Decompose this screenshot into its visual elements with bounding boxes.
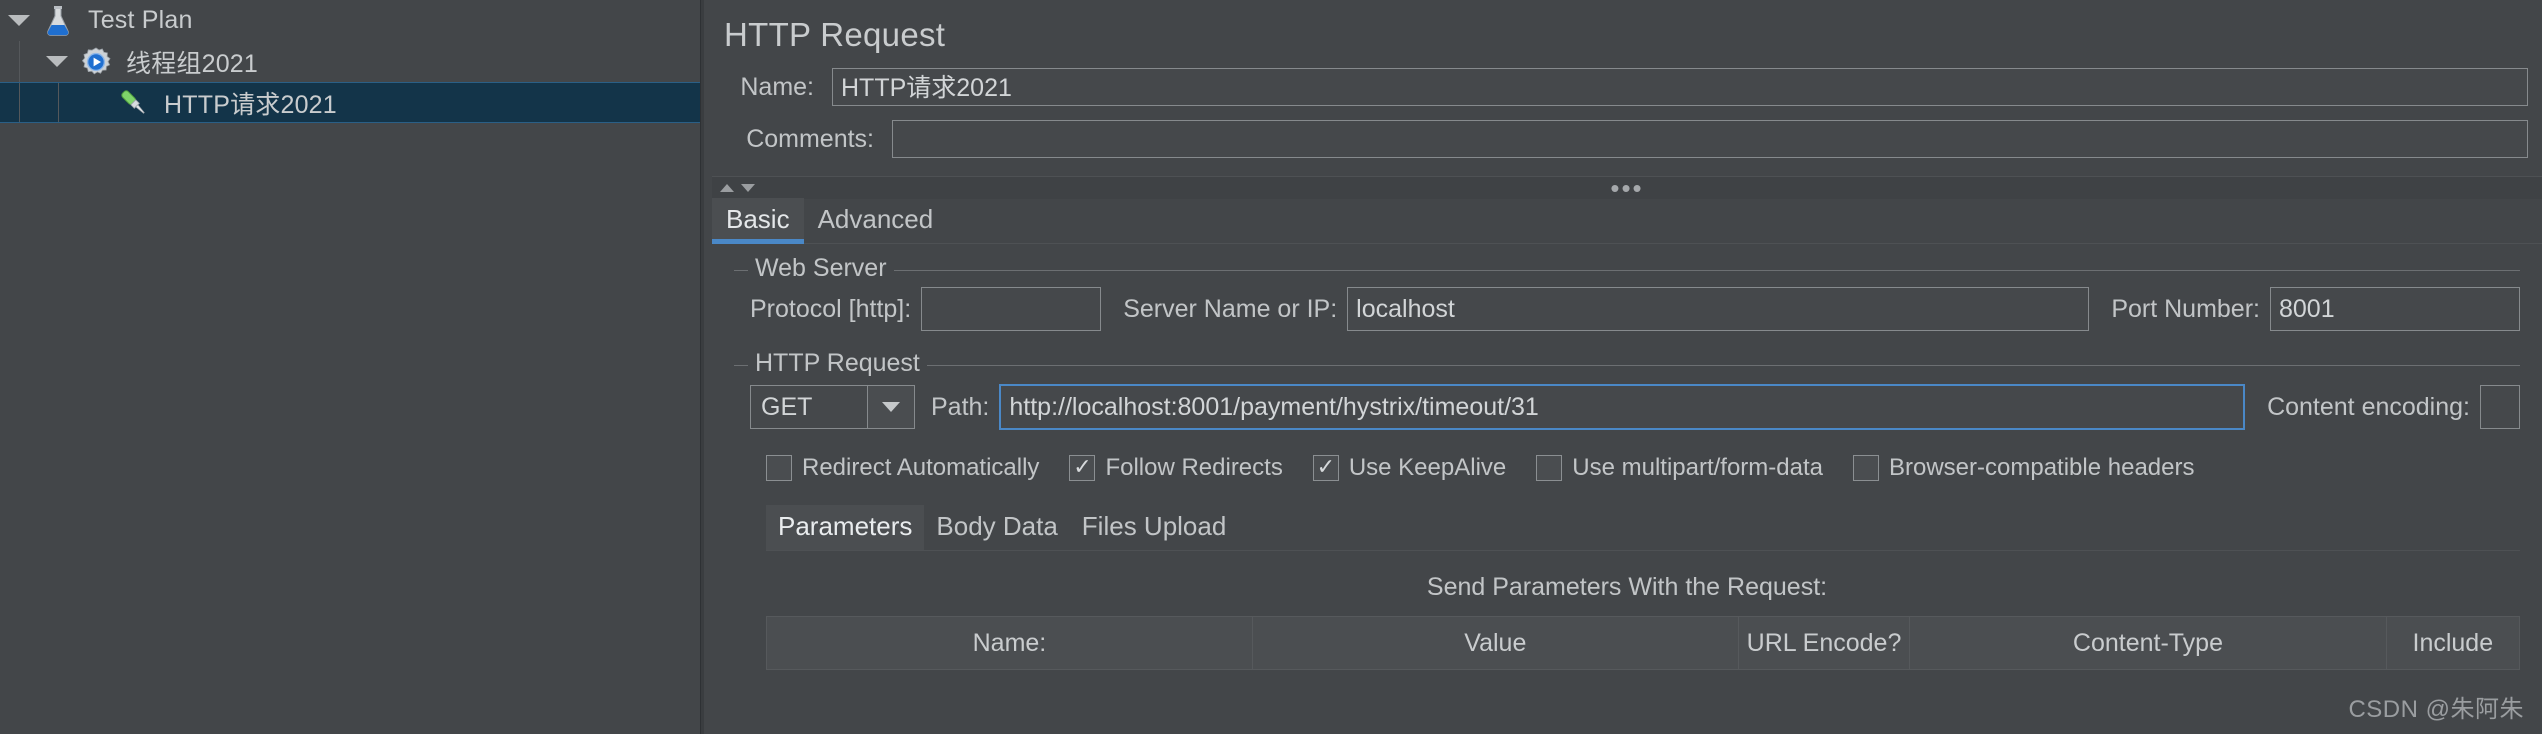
tree-guide-line [19, 83, 20, 122]
column-header-url-encode[interactable]: URL Encode? [1739, 617, 1911, 669]
comments-input[interactable] [892, 120, 2528, 158]
http-request-config-panel: HTTP Request Name: HTTP请求2021 Comments: … [701, 0, 2542, 734]
protocol-label: Protocol [http]: [750, 294, 912, 323]
chevron-down-icon [8, 15, 30, 26]
http-request-options: Redirect Automatically ✓ Follow Redirect… [766, 454, 2520, 482]
checkbox-box[interactable] [1536, 455, 1563, 481]
name-label: Name: [740, 72, 814, 101]
chevron-down-icon [46, 56, 68, 67]
check-mark-icon: ✓ [1316, 455, 1336, 480]
column-header-content-type[interactable]: Content-Type [1910, 617, 2387, 669]
thread-group-icon [76, 46, 116, 78]
expand-toggle-thread-group[interactable] [38, 56, 76, 67]
http-request-group-title: HTTP Request [748, 349, 927, 378]
checkbox-label: Follow Redirects [1105, 454, 1283, 481]
web-server-group-title: Web Server [748, 254, 894, 283]
test-plan-tree-panel[interactable]: Test Plan 线程组2021 HTTP请求2021 [0, 0, 701, 734]
watermark: CSDN @朱阿朱 [2348, 696, 2524, 723]
parameters-tabbar[interactable]: Parameters Body Data Files Upload [766, 505, 2520, 551]
checkbox-use-keepalive[interactable]: ✓ Use KeepAlive [1312, 454, 1507, 482]
checkbox-box[interactable]: ✓ [1312, 455, 1339, 481]
collapse-down-icon[interactable] [741, 184, 755, 192]
checkbox-browser-compatible-headers[interactable]: Browser-compatible headers [1853, 454, 2194, 482]
expand-toggle-test-plan[interactable] [0, 15, 38, 26]
web-server-fields: Protocol [http]: Server Name or IP: loca… [734, 273, 2520, 339]
name-input[interactable]: HTTP请求2021 [832, 68, 2528, 106]
name-row: Name: HTTP请求2021 [704, 68, 2542, 106]
http-method-select[interactable]: GET [750, 385, 915, 429]
checkbox-label: Browser-compatible headers [1889, 454, 2195, 481]
http-sampler-icon [114, 86, 154, 120]
tree-node-http-request[interactable]: HTTP请求2021 [0, 82, 700, 123]
chevron-down-icon[interactable] [867, 386, 914, 428]
check-mark-icon: ✓ [1073, 455, 1092, 480]
comments-row: Comments: [704, 120, 2542, 158]
jmeter-window: Test Plan 线程组2021 HTTP请求2021 HTTP Reques… [0, 0, 2542, 734]
main-tabbar[interactable]: Basic Advanced [712, 198, 2542, 244]
subtab-files-upload[interactable]: Files Upload [1070, 505, 1239, 550]
tab-basic[interactable]: Basic [712, 198, 804, 244]
checkbox-box[interactable]: ✓ [1069, 455, 1096, 481]
checkbox-use-multipart-form-data[interactable]: Use multipart/form-data [1536, 454, 1823, 482]
checkbox-redirect-automatically[interactable]: Redirect Automatically [766, 454, 1039, 482]
tree-node-label: HTTP请求2021 [164, 90, 337, 119]
comments-label: Comments: [746, 124, 874, 153]
web-server-group: Web Server Protocol [http]: Server Name … [734, 254, 2520, 339]
checkbox-box[interactable] [766, 455, 792, 481]
protocol-input[interactable] [921, 287, 1102, 331]
content-encoding-label: Content encoding: [2267, 392, 2470, 421]
server-name-label: Server Name or IP: [1123, 294, 1338, 323]
column-header-value[interactable]: Value [1253, 617, 1739, 669]
checkbox-label: Use KeepAlive [1348, 454, 1507, 481]
tree-node-label: Test Plan [88, 6, 193, 34]
parameters-table-header: Name: Value URL Encode? Content-Type Inc… [766, 616, 2521, 670]
tab-advanced[interactable]: Advanced [804, 198, 948, 243]
checkbox-follow-redirects[interactable]: ✓ Follow Redirects [1069, 454, 1283, 482]
tree-node-thread-group[interactable]: 线程组2021 [0, 41, 700, 82]
page-title: HTTP Request [724, 16, 946, 53]
collapse-up-icon[interactable] [720, 184, 734, 192]
splitter-grip-icon: ••• [1610, 173, 1644, 203]
checkbox-box[interactable] [1853, 455, 1879, 481]
server-name-input[interactable]: localhost [1347, 287, 2090, 331]
port-number-label: Port Number: [2111, 294, 2260, 323]
tree-guide-line [58, 83, 59, 122]
content-encoding-input[interactable] [2480, 385, 2520, 429]
http-method-value: GET [761, 392, 813, 421]
column-header-include[interactable]: Include [2387, 617, 2521, 669]
panel-splitter[interactable]: ••• [712, 173, 2542, 203]
tree-node-test-plan[interactable]: Test Plan [0, 0, 700, 41]
splitter-arrows[interactable] [720, 184, 755, 192]
tree-guide-line [19, 41, 20, 82]
path-label: Path: [931, 392, 990, 421]
tree-node-label: 线程组2021 [126, 49, 259, 78]
path-input[interactable]: http://localhost:8001/payment/hystrix/ti… [999, 384, 2246, 430]
column-header-name[interactable]: Name: [767, 617, 1253, 669]
subtab-parameters[interactable]: Parameters [766, 505, 925, 550]
flask-icon [38, 5, 78, 37]
http-request-group: HTTP Request GET Path: http://localhost:… [734, 349, 2521, 670]
port-number-input[interactable]: 8001 [2270, 287, 2520, 331]
checkbox-label: Redirect Automatically [802, 454, 1040, 481]
subtab-body-data[interactable]: Body Data [924, 505, 1069, 550]
http-request-method-row: GET Path: http://localhost:8001/payment/… [734, 368, 2520, 438]
send-parameters-title: Send Parameters With the Request: [1426, 573, 1828, 601]
checkbox-label: Use multipart/form-data [1572, 454, 1823, 481]
